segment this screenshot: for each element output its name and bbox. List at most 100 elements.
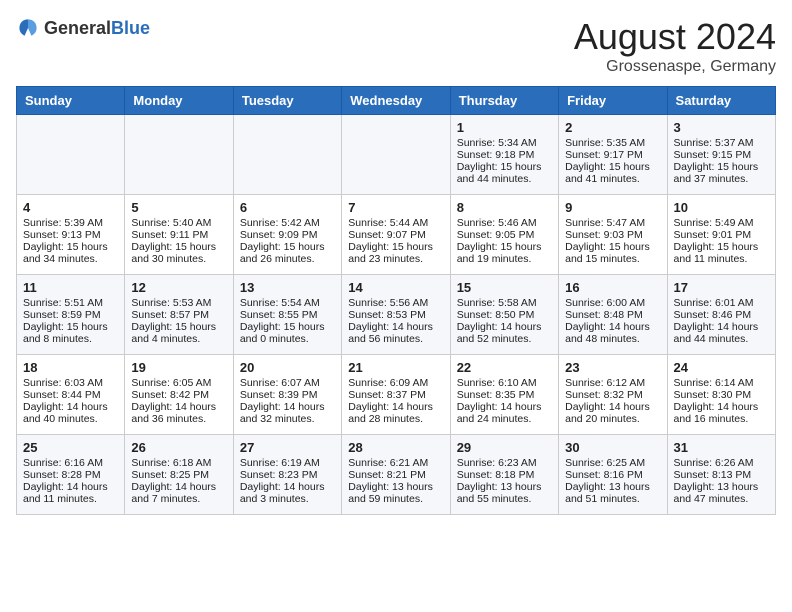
daylight-text: Daylight: 14 hours and 3 minutes. — [240, 481, 335, 505]
daylight-text: Daylight: 13 hours and 59 minutes. — [348, 481, 443, 505]
day-number: 28 — [348, 440, 443, 455]
daylight-text: Daylight: 15 hours and 34 minutes. — [23, 241, 118, 265]
sunset-text: Sunset: 9:09 PM — [240, 229, 335, 241]
sunset-text: Sunset: 8:32 PM — [565, 389, 660, 401]
sunrise-text: Sunrise: 5:51 AM — [23, 297, 118, 309]
calendar-cell: 23Sunrise: 6:12 AMSunset: 8:32 PMDayligh… — [559, 355, 667, 435]
sunrise-text: Sunrise: 6:01 AM — [674, 297, 769, 309]
daylight-text: Daylight: 14 hours and 28 minutes. — [348, 401, 443, 425]
location: Grossenaspe, Germany — [574, 58, 776, 76]
weekday-header-thursday: Thursday — [450, 87, 558, 115]
calendar-cell: 6Sunrise: 5:42 AMSunset: 9:09 PMDaylight… — [233, 195, 341, 275]
daylight-text: Daylight: 14 hours and 24 minutes. — [457, 401, 552, 425]
day-number: 16 — [565, 280, 660, 295]
sunrise-text: Sunrise: 5:54 AM — [240, 297, 335, 309]
calendar-cell: 2Sunrise: 5:35 AMSunset: 9:17 PMDaylight… — [559, 115, 667, 195]
sunset-text: Sunset: 8:16 PM — [565, 469, 660, 481]
daylight-text: Daylight: 15 hours and 19 minutes. — [457, 241, 552, 265]
day-number: 27 — [240, 440, 335, 455]
calendar-cell: 27 Sunrise: 6:19 AMSunset: 8:23 PMDayligh… — [233, 435, 341, 515]
calendar-cell: 15Sunrise: 5:58 AMSunset: 8:50 PMDayligh… — [450, 275, 558, 355]
month-year: August 2024 — [574, 16, 776, 58]
logo-icon — [16, 16, 40, 40]
calendar-cell: 3Sunrise: 5:37 AMSunset: 9:15 PMDaylight… — [667, 115, 775, 195]
daylight-text: Daylight: 14 hours and 48 minutes. — [565, 321, 660, 345]
sunrise-text: Sunrise: 5:40 AM — [131, 217, 226, 229]
sunrise-text: Sunrise: 5:46 AM — [457, 217, 552, 229]
day-number: 3 — [674, 120, 769, 135]
calendar-cell: 10Sunrise: 5:49 AMSunset: 9:01 PMDayligh… — [667, 195, 775, 275]
daylight-text: Daylight: 15 hours and 37 minutes. — [674, 161, 769, 185]
calendar-cell — [233, 115, 341, 195]
weekday-header-saturday: Saturday — [667, 87, 775, 115]
sunrise-text: Sunrise: 6:03 AM — [23, 377, 118, 389]
calendar-cell — [342, 115, 450, 195]
sunrise-text: Sunrise: 6:23 AM — [457, 457, 552, 469]
sunrise-text: Sunrise: 5:34 AM — [457, 137, 552, 149]
daylight-text: Daylight: 15 hours and 0 minutes. — [240, 321, 335, 345]
logo: GeneralBlue — [16, 16, 150, 40]
sunset-text: Sunset: 8:35 PM — [457, 389, 552, 401]
sunrise-text: Sunrise: 6:19 AM — [240, 457, 335, 469]
day-number: 30 — [565, 440, 660, 455]
daylight-text: Daylight: 14 hours and 16 minutes. — [674, 401, 769, 425]
calendar-cell: 11Sunrise: 5:51 AMSunset: 8:59 PMDayligh… — [17, 275, 125, 355]
sunrise-text: Sunrise: 5:58 AM — [457, 297, 552, 309]
calendar-cell: 22Sunrise: 6:10 AMSunset: 8:35 PMDayligh… — [450, 355, 558, 435]
calendar-cell: 14Sunrise: 5:56 AMSunset: 8:53 PMDayligh… — [342, 275, 450, 355]
day-number: 18 — [23, 360, 118, 375]
sunset-text: Sunset: 8:53 PM — [348, 309, 443, 321]
sunrise-text: Sunrise: 6:18 AM — [131, 457, 226, 469]
sunset-text: Sunset: 8:18 PM — [457, 469, 552, 481]
calendar-cell — [125, 115, 233, 195]
calendar-cell — [17, 115, 125, 195]
daylight-text: Daylight: 14 hours and 11 minutes. — [23, 481, 118, 505]
calendar-cell: 7Sunrise: 5:44 AMSunset: 9:07 PMDaylight… — [342, 195, 450, 275]
day-number: 21 — [348, 360, 443, 375]
day-number: 1 — [457, 120, 552, 135]
daylight-text: Daylight: 14 hours and 32 minutes. — [240, 401, 335, 425]
daylight-text: Daylight: 14 hours and 7 minutes. — [131, 481, 226, 505]
calendar-cell: 30Sunrise: 6:25 AMSunset: 8:16 PMDayligh… — [559, 435, 667, 515]
daylight-text: Daylight: 14 hours and 44 minutes. — [674, 321, 769, 345]
daylight-text: Daylight: 15 hours and 4 minutes. — [131, 321, 226, 345]
day-number: 10 — [674, 200, 769, 215]
calendar-cell: 29Sunrise: 6:23 AMSunset: 8:18 PMDayligh… — [450, 435, 558, 515]
day-number: 12 — [131, 280, 226, 295]
calendar-cell: 1Sunrise: 5:34 AMSunset: 9:18 PMDaylight… — [450, 115, 558, 195]
sunrise-text: Sunrise: 5:35 AM — [565, 137, 660, 149]
daylight-text: Daylight: 13 hours and 55 minutes. — [457, 481, 552, 505]
calendar-cell: 8Sunrise: 5:46 AMSunset: 9:05 PMDaylight… — [450, 195, 558, 275]
calendar-table: SundayMondayTuesdayWednesdayThursdayFrid… — [16, 86, 776, 515]
daylight-text: Daylight: 15 hours and 15 minutes. — [565, 241, 660, 265]
sunset-text: Sunset: 8:28 PM — [23, 469, 118, 481]
sunset-text: Sunset: 8:39 PM — [240, 389, 335, 401]
daylight-text: Daylight: 14 hours and 36 minutes. — [131, 401, 226, 425]
calendar-cell: 17Sunrise: 6:01 AMSunset: 8:46 PMDayligh… — [667, 275, 775, 355]
daylight-text: Daylight: 13 hours and 51 minutes. — [565, 481, 660, 505]
day-number: 6 — [240, 200, 335, 215]
calendar-cell: 26Sunrise: 6:18 AMSunset: 8:25 PMDayligh… — [125, 435, 233, 515]
day-number: 31 — [674, 440, 769, 455]
sunset-text: Sunset: 8:25 PM — [131, 469, 226, 481]
day-number: 5 — [131, 200, 226, 215]
sunrise-text: Sunrise: 5:44 AM — [348, 217, 443, 229]
sunrise-text: Sunrise: 5:42 AM — [240, 217, 335, 229]
calendar-cell: 9Sunrise: 5:47 AMSunset: 9:03 PMDaylight… — [559, 195, 667, 275]
daylight-text: Daylight: 13 hours and 47 minutes. — [674, 481, 769, 505]
sunrise-text: Sunrise: 6:26 AM — [674, 457, 769, 469]
sunrise-text: Sunrise: 5:56 AM — [348, 297, 443, 309]
calendar-cell: 24Sunrise: 6:14 AMSunset: 8:30 PMDayligh… — [667, 355, 775, 435]
calendar-cell: 18Sunrise: 6:03 AMSunset: 8:44 PMDayligh… — [17, 355, 125, 435]
weekday-header-tuesday: Tuesday — [233, 87, 341, 115]
sunset-text: Sunset: 8:46 PM — [674, 309, 769, 321]
daylight-text: Daylight: 14 hours and 52 minutes. — [457, 321, 552, 345]
sunset-text: Sunset: 8:23 PM — [240, 469, 335, 481]
calendar-cell: 28Sunrise: 6:21 AMSunset: 8:21 PMDayligh… — [342, 435, 450, 515]
calendar-cell: 13Sunrise: 5:54 AMSunset: 8:55 PMDayligh… — [233, 275, 341, 355]
sunrise-text: Sunrise: 5:37 AM — [674, 137, 769, 149]
sunset-text: Sunset: 9:11 PM — [131, 229, 226, 241]
daylight-text: Daylight: 15 hours and 44 minutes. — [457, 161, 552, 185]
day-number: 23 — [565, 360, 660, 375]
daylight-text: Daylight: 15 hours and 8 minutes. — [23, 321, 118, 345]
